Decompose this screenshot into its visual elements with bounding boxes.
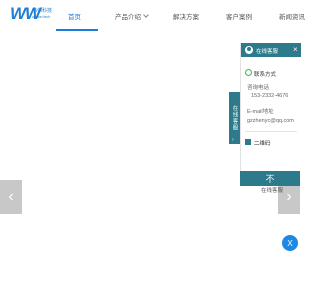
nav-item-products[interactable]: 产品介绍 bbox=[115, 11, 149, 21]
nav-item-news[interactable]: 新闻资讯 bbox=[279, 11, 305, 21]
nav-item-products-label: 产品介绍 bbox=[115, 14, 141, 21]
contact-title: 联系方式 bbox=[254, 72, 277, 78]
logo-name-cn: 伟伟科技 bbox=[32, 8, 53, 14]
contact-icon bbox=[245, 69, 252, 76]
back-to-top-icon[interactable]: 不 bbox=[240, 171, 300, 186]
close-icon[interactable]: × bbox=[293, 45, 298, 54]
round-close-button[interactable]: X bbox=[282, 235, 298, 251]
online-service-tab[interactable]: 在线客服 bbox=[229, 92, 240, 144]
email-label: E-mail地址 bbox=[247, 109, 274, 115]
email-value: gzzhenyc@qq.com bbox=[247, 118, 294, 124]
nav-item-solutions[interactable]: 解决方案 bbox=[173, 11, 199, 21]
qr-title: 二维码 bbox=[254, 141, 271, 147]
customer-service-icon bbox=[245, 46, 253, 54]
nav-active-indicator bbox=[56, 29, 98, 31]
site-logo[interactable]: WW 伟伟科技 weiwei tech bbox=[10, 5, 54, 29]
panel-title: 在线客服 bbox=[256, 49, 279, 55]
chevron-down-icon bbox=[143, 12, 149, 18]
nav-item-cases[interactable]: 客户案例 bbox=[226, 11, 252, 21]
nav-item-home[interactable]: 首页 bbox=[68, 11, 81, 21]
phone-label: 咨询电话 bbox=[247, 85, 270, 91]
chevron-right-icon: › bbox=[232, 137, 234, 143]
panel-divider bbox=[245, 131, 297, 132]
qr-code-icon bbox=[245, 139, 251, 145]
site-header: WW 伟伟科技 weiwei tech 首页 产品介绍 解决方案 客户案例 新闻… bbox=[0, 0, 305, 34]
phone-value: 153-2332-4676 bbox=[251, 93, 289, 99]
online-service-link[interactable]: 在线客服 bbox=[261, 186, 283, 194]
panel-header: 在线客服 × bbox=[241, 43, 301, 57]
logo-name-en: weiwei tech bbox=[32, 15, 51, 19]
arrow-left-icon[interactable]: ‹ bbox=[0, 180, 22, 214]
customer-service-panel: 在线客服 × 联系方式 咨询电话 153-2332-4676 E-mail地址 … bbox=[240, 43, 301, 194]
